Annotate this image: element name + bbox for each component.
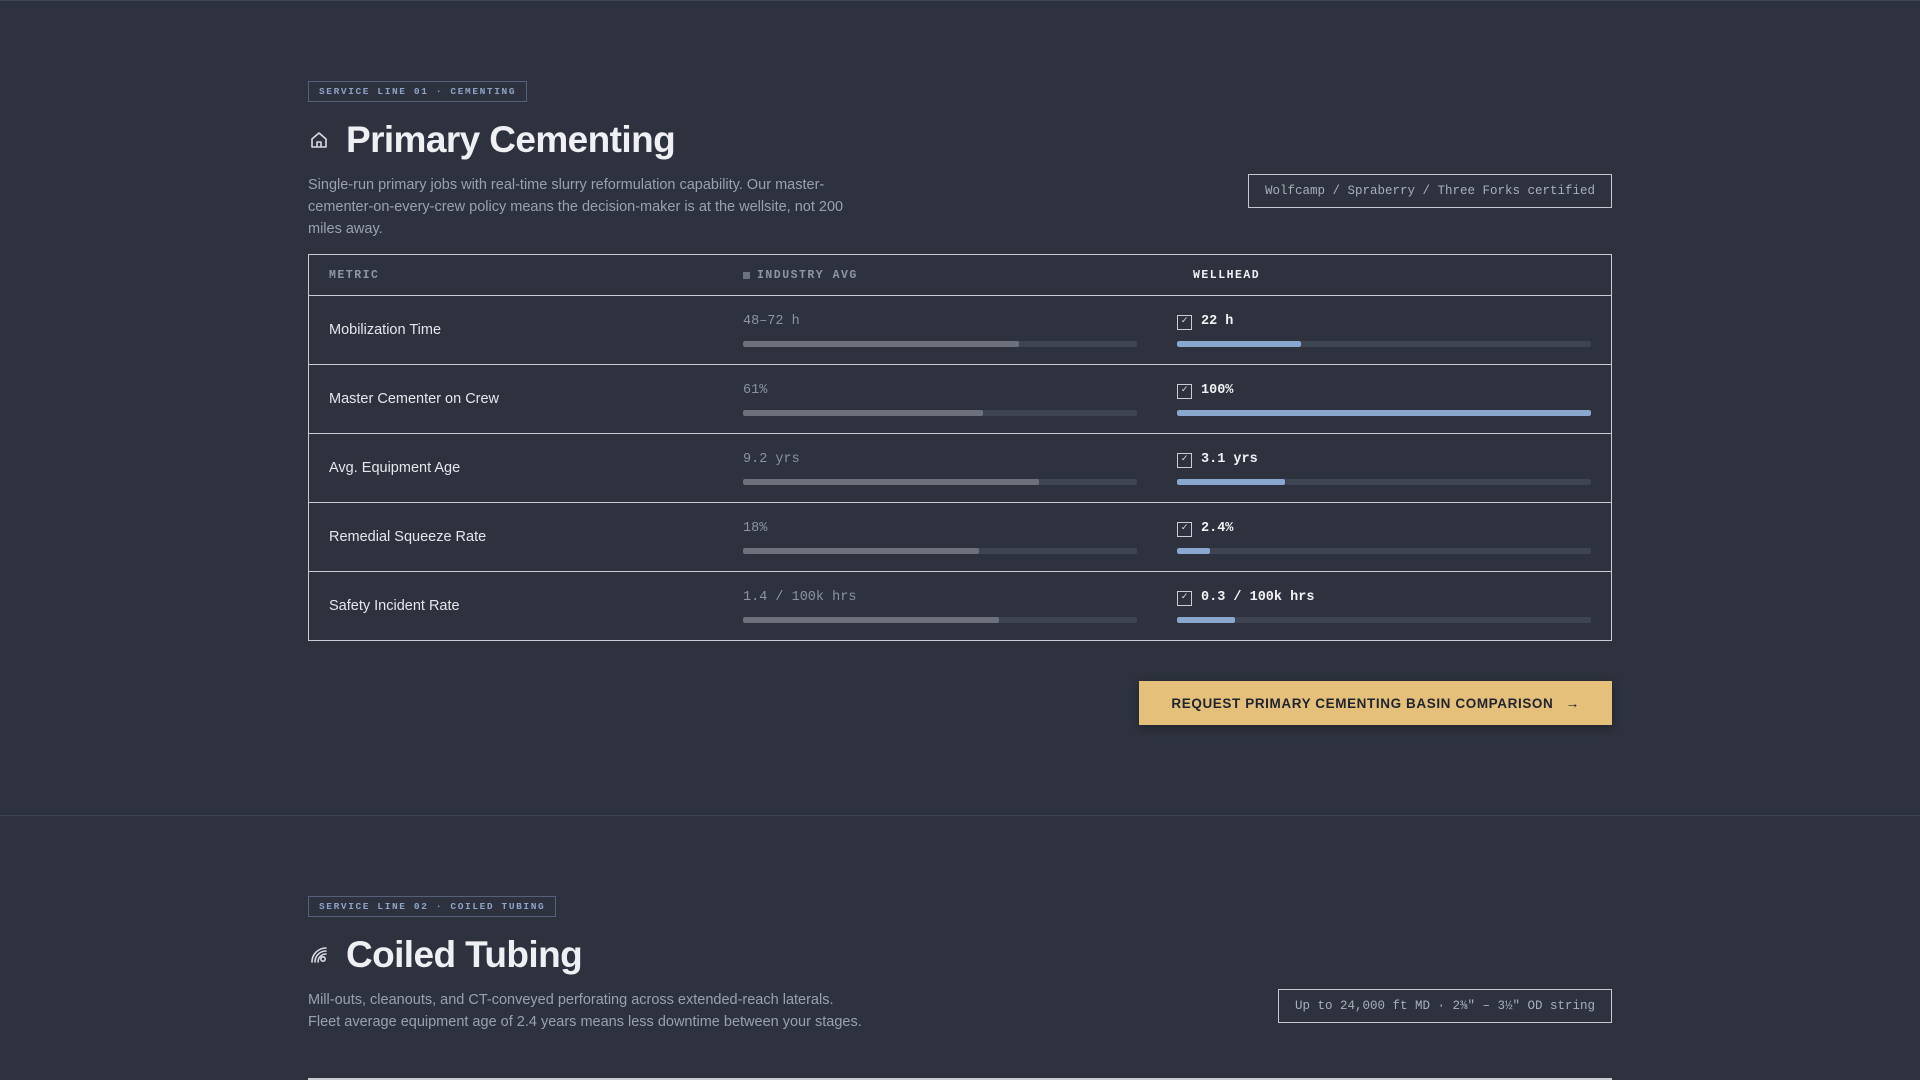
table-row: Remedial Squeeze Rate 18% ✓ 2.4%	[309, 503, 1611, 572]
request-comparison-button[interactable]: REQUEST PRIMARY CEMENTING BASIN COMPARIS…	[1139, 681, 1612, 725]
industry-bar-fill	[743, 341, 1019, 347]
wellhead-bar	[1177, 617, 1591, 623]
wellhead-cell: ✓ 100%	[1177, 382, 1611, 416]
industry-value: 9.2 yrs	[743, 452, 800, 467]
table-row: Avg. Equipment Age 9.2 yrs ✓ 3.1 yrs	[309, 434, 1611, 503]
table-body: Mobilization Time 48–72 h ✓ 22 h Master …	[309, 296, 1611, 640]
wellhead-value: 22 h	[1201, 314, 1234, 329]
checkmark-icon: ✓	[1177, 383, 1192, 399]
metric-label: Safety Incident Rate	[329, 598, 460, 614]
service-line-coiled-tubing: SERVICE LINE 02 · COILED TUBING Coiled T…	[308, 896, 1612, 1045]
industry-cell: 18%	[743, 520, 1177, 554]
comparison-table: METRIC INDUSTRY AVG WELLHEAD Mobilizatio…	[308, 254, 1612, 641]
industry-bar-fill	[743, 548, 980, 554]
wellhead-bar	[1177, 341, 1591, 347]
section-description: Single-run primary jobs with real-time s…	[308, 177, 844, 237]
table-row: Master Cementer on Crew 61% ✓ 100%	[309, 365, 1611, 434]
wellhead-bar-fill	[1177, 548, 1211, 554]
home-icon	[308, 129, 330, 151]
industry-bar-fill	[743, 617, 1000, 623]
wellhead-cell: ✓ 2.4%	[1177, 520, 1611, 554]
metric-label: Remedial Squeeze Rate	[329, 529, 487, 545]
industry-value: 61%	[743, 383, 768, 398]
section-title: Coiled Tubing	[346, 934, 583, 975]
wellhead-bar	[1177, 410, 1591, 416]
wellhead-value: 2.4%	[1201, 521, 1234, 536]
wellhead-bar	[1177, 548, 1591, 554]
wellhead-bar-fill	[1177, 341, 1302, 347]
industry-bar	[743, 548, 1137, 554]
section-intro: Mill-outs, cleanouts, and CT-conveyed pe…	[308, 989, 1612, 1045]
checkmark-icon: ✓	[1177, 590, 1192, 606]
wellhead-value-row: ✓ 0.3 / 100k hrs	[1177, 589, 1591, 607]
table-header: METRIC INDUSTRY AVG WELLHEAD	[309, 255, 1611, 296]
wellhead-bar-fill	[1177, 479, 1285, 485]
cta-row: REQUEST PRIMARY CEMENTING BASIN COMPARIS…	[308, 681, 1612, 725]
checkmark-icon: ✓	[1177, 452, 1192, 468]
industry-value: 18%	[743, 521, 768, 536]
industry-legend-swatch	[743, 271, 750, 279]
arrow-right-icon: →	[1565, 695, 1580, 711]
section-title: Primary Cementing	[346, 119, 676, 160]
table-row: Mobilization Time 48–72 h ✓ 22 h	[309, 296, 1611, 365]
wellhead-value-row: ✓ 2.4%	[1177, 520, 1591, 538]
section-header: Coiled Tubing	[308, 933, 1612, 977]
wellhead-bar	[1177, 479, 1591, 485]
certification-badge: Wolfcamp / Spraberry / Three Forks certi…	[1247, 174, 1612, 208]
metric-label: Master Cementer on Crew	[329, 391, 500, 407]
wellhead-value: 0.3 / 100k hrs	[1201, 590, 1315, 605]
industry-bar-fill	[743, 479, 1039, 485]
coil-icon	[308, 944, 330, 966]
wellhead-value-row: ✓ 3.1 yrs	[1177, 451, 1591, 469]
wellhead-cell: ✓ 22 h	[1177, 313, 1611, 347]
column-header-metric: METRIC	[329, 268, 380, 282]
top-border	[0, 0, 1920, 1]
capability-badge: Up to 24,000 ft MD · 2⅜" – 3½" OD string	[1277, 989, 1612, 1023]
wellhead-value: 3.1 yrs	[1201, 452, 1258, 467]
section-divider	[0, 815, 1920, 816]
industry-cell: 1.4 / 100k hrs	[743, 589, 1177, 623]
service-line-cementing: SERVICE LINE 01 · CEMENTING Primary Ceme…	[308, 81, 1612, 725]
industry-bar	[743, 617, 1137, 623]
service-line-tag: SERVICE LINE 01 · CEMENTING	[308, 81, 528, 102]
checkmark-icon: ✓	[1177, 314, 1192, 330]
request-comparison-label: REQUEST PRIMARY CEMENTING BASIN COMPARIS…	[1171, 695, 1554, 711]
metric-label: Avg. Equipment Age	[329, 460, 461, 476]
industry-bar-fill	[743, 410, 984, 416]
wellhead-value-row: ✓ 100%	[1177, 382, 1591, 400]
column-header-industry: INDUSTRY AVG	[743, 269, 1177, 282]
metric-label: Mobilization Time	[329, 322, 442, 338]
table-row: Safety Incident Rate 1.4 / 100k hrs ✓ 0.…	[309, 572, 1611, 640]
wellhead-value-row: ✓ 22 h	[1177, 313, 1591, 331]
section-intro: Single-run primary jobs with real-time s…	[308, 174, 1612, 237]
section-description: Mill-outs, cleanouts, and CT-conveyed pe…	[308, 992, 862, 1030]
industry-cell: 48–72 h	[743, 313, 1177, 347]
industry-bar	[743, 410, 1137, 416]
industry-bar	[743, 341, 1137, 347]
industry-value: 48–72 h	[743, 314, 800, 329]
wellhead-value: 100%	[1201, 383, 1234, 398]
wellhead-bar-fill	[1177, 617, 1235, 623]
checkmark-icon: ✓	[1177, 521, 1192, 537]
industry-cell: 9.2 yrs	[743, 451, 1177, 485]
industry-cell: 61%	[743, 382, 1177, 416]
section-header: Primary Cementing	[308, 118, 1612, 162]
industry-bar	[743, 479, 1137, 485]
column-header-industry-label: INDUSTRY AVG	[757, 268, 858, 282]
service-line-tag: SERVICE LINE 02 · COILED TUBING	[308, 896, 557, 917]
wellhead-cell: ✓ 3.1 yrs	[1177, 451, 1611, 485]
industry-value: 1.4 / 100k hrs	[743, 590, 857, 605]
wellhead-bar-fill	[1177, 410, 1591, 416]
column-header-wellhead: WELLHEAD	[1193, 268, 1261, 282]
wellhead-cell: ✓ 0.3 / 100k hrs	[1177, 589, 1611, 623]
